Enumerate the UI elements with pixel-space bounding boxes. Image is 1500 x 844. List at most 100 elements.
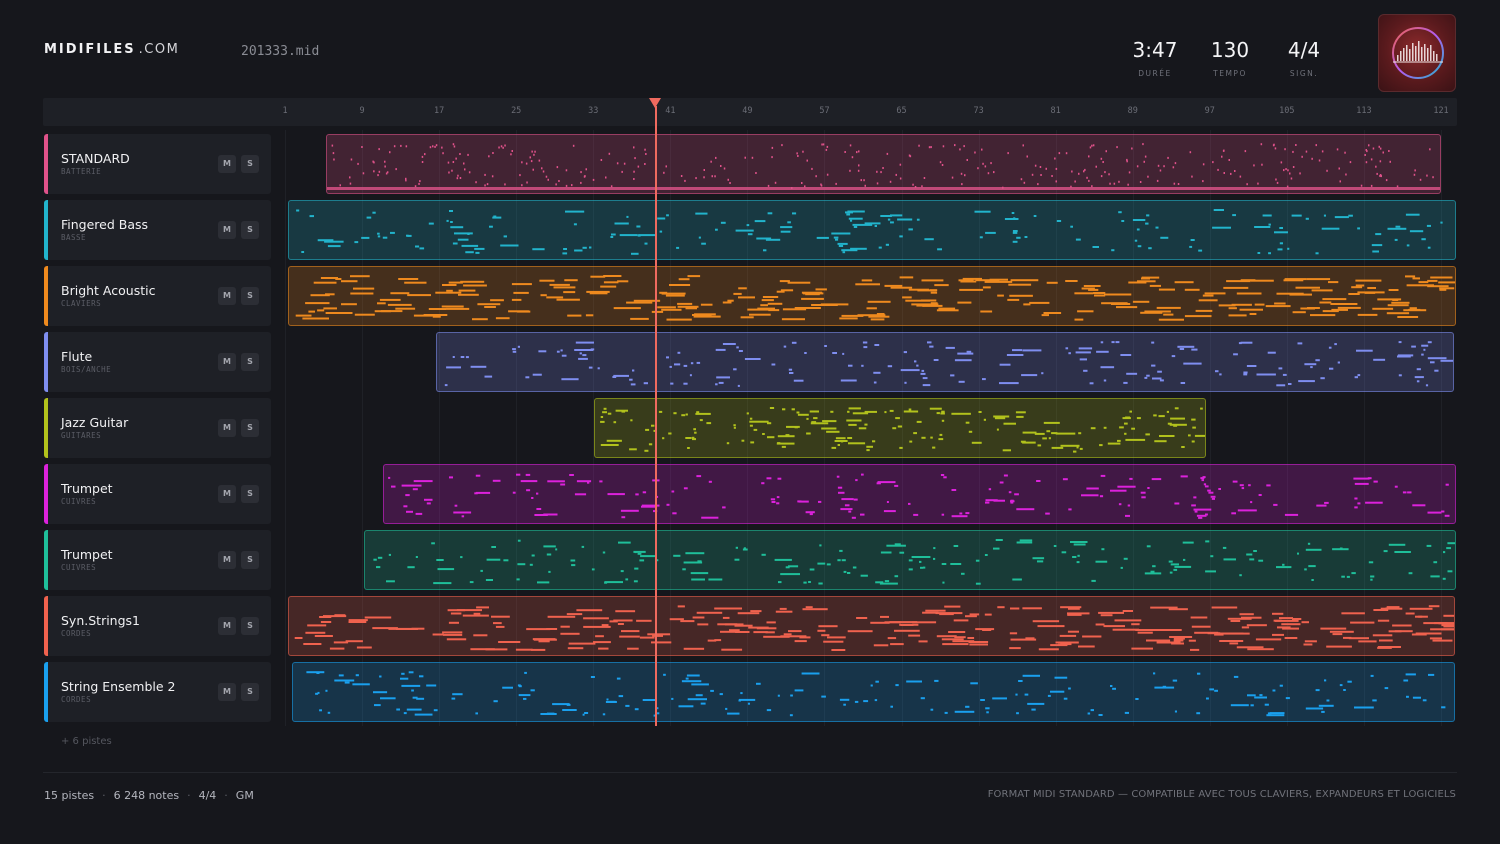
ruler-bar-113: 113 <box>1356 106 1372 116</box>
clip-string-ensemble-2-9[interactable] <box>292 662 1455 722</box>
ruler-bar-17: 17 <box>434 106 445 116</box>
clip-notes <box>327 143 1440 190</box>
mute-button[interactable]: M <box>218 485 236 503</box>
ruler-bar-25: 25 <box>511 106 522 116</box>
clip-notes <box>306 671 1446 717</box>
track-color-stripe <box>44 134 48 194</box>
ruler-bar-121: 121 <box>1433 106 1449 116</box>
track-name: Trumpet <box>61 547 113 562</box>
track-header-jazz-guitar-5[interactable]: Jazz Guitar GUITARES M S <box>44 398 271 458</box>
clip-flute-4[interactable] <box>436 332 1454 392</box>
track-category: BOIS/ANCHE <box>61 365 112 374</box>
album-cover-icon[interactable] <box>1378 14 1456 92</box>
track-name: Fingered Bass <box>61 217 149 232</box>
ruler-bar-41: 41 <box>665 106 676 116</box>
track-color-stripe <box>44 200 48 260</box>
mute-button[interactable]: M <box>218 353 236 371</box>
solo-button[interactable]: S <box>241 353 259 371</box>
track-header-flute-4[interactable]: Flute BOIS/ANCHE M S <box>44 332 271 392</box>
ruler-bar-1: 1 <box>282 106 288 116</box>
mute-button[interactable]: M <box>218 221 236 239</box>
track-color-stripe <box>44 596 48 656</box>
solo-button[interactable]: S <box>241 683 259 701</box>
footer-divider <box>43 772 1457 773</box>
track-header-trumpet-7[interactable]: Trumpet CUIVRES M S <box>44 530 271 590</box>
clip-fingered-bass-2[interactable] <box>288 200 1456 260</box>
clip-trumpet-7[interactable] <box>364 530 1456 590</box>
app-logo[interactable]: MIDIFILES .COM <box>44 42 179 57</box>
clip-notes <box>388 473 1450 519</box>
footer-signature: 4/4 <box>198 789 217 802</box>
footer-summary: 15 pistes · 6 248 notes · 4/4 · GM <box>44 789 254 802</box>
ruler-bar-105: 105 <box>1279 106 1295 116</box>
timeline-ruler[interactable]: 1 9 17 25 33 41 49 57 65 73 81 89 97 105 113 121 <box>43 98 1457 126</box>
track-category: CORDES <box>61 629 92 638</box>
clip-notes <box>295 275 1455 321</box>
track-category: BASSE <box>61 233 87 242</box>
solo-button[interactable]: S <box>241 419 259 437</box>
ruler-bar-81: 81 <box>1050 106 1061 116</box>
track-header-standard-1[interactable]: STANDARD BATTERIE M S <box>44 134 271 194</box>
track-color-stripe <box>44 530 48 590</box>
track-header-bright-acoustic-3[interactable]: Bright Acoustic CLAVIERS M S <box>44 266 271 326</box>
ruler-bar-73: 73 <box>973 106 984 116</box>
clip-trumpet-6[interactable] <box>383 464 1456 524</box>
footer-note-count: 6 248 notes <box>113 789 180 802</box>
header: MIDIFILES .COM 201333.mid 3:47 DURÉE 130 … <box>0 0 1500 98</box>
clip-notes <box>294 605 1454 651</box>
track-category: CORDES <box>61 695 92 704</box>
track-name: Trumpet <box>61 481 113 496</box>
track-name: Bright Acoustic <box>61 283 156 298</box>
grid-line <box>285 130 286 726</box>
mute-button[interactable]: M <box>218 617 236 635</box>
ruler-bar-49: 49 <box>742 106 753 116</box>
clip-jazz-guitar-5[interactable] <box>594 398 1206 458</box>
solo-button[interactable]: S <box>241 551 259 569</box>
mute-button[interactable]: M <box>218 419 236 437</box>
file-name: 201333.mid <box>241 44 320 59</box>
track-header-string-ensemble-2-9[interactable]: String Ensemble 2 CORDES M S <box>44 662 271 722</box>
footer-tagline: FORMAT MIDI STANDARD — COMPATIBLE AVEC T… <box>987 789 1456 800</box>
solo-button[interactable]: S <box>241 221 259 239</box>
ruler-bar-97: 97 <box>1204 106 1215 116</box>
track-header-fingered-bass-2[interactable]: Fingered Bass BASSE M S <box>44 200 271 260</box>
track-name: STANDARD <box>61 151 130 166</box>
clip-notes <box>296 209 1443 255</box>
clip-notes <box>373 539 1455 585</box>
track-color-stripe <box>44 464 48 524</box>
stat-signature-value: 4/4 <box>1287 38 1321 62</box>
ruler-bar-89: 89 <box>1127 106 1138 116</box>
track-header-syn-strings1-8[interactable]: Syn.Strings1 CORDES M S <box>44 596 271 656</box>
footer-track-count: 15 pistes <box>44 789 95 802</box>
clip-standard-1[interactable] <box>326 134 1441 194</box>
solo-button[interactable]: S <box>241 155 259 173</box>
solo-button[interactable]: S <box>241 287 259 305</box>
stat-signature: 4/4 SIGN. <box>1259 38 1349 78</box>
track-category: CUIVRES <box>61 563 97 572</box>
solo-button[interactable]: S <box>241 485 259 503</box>
mute-button[interactable]: M <box>218 287 236 305</box>
playhead[interactable] <box>655 106 657 726</box>
solo-button[interactable]: S <box>241 617 259 635</box>
footer-standard: GM <box>235 789 254 802</box>
track-header-trumpet-6[interactable]: Trumpet CUIVRES M S <box>44 464 271 524</box>
track-color-stripe <box>44 662 48 722</box>
mute-button[interactable]: M <box>218 683 236 701</box>
ruler-bar-65: 65 <box>896 106 907 116</box>
track-name: Flute <box>61 349 93 364</box>
mute-button[interactable]: M <box>218 551 236 569</box>
ruler-bar-57: 57 <box>819 106 830 116</box>
track-color-stripe <box>44 398 48 458</box>
clip-syn-strings1-8[interactable] <box>288 596 1455 656</box>
track-color-stripe <box>44 332 48 392</box>
track-category: GUITARES <box>61 431 102 440</box>
track-name: Jazz Guitar <box>61 415 129 430</box>
ruler-bar-33: 33 <box>588 106 599 116</box>
track-name: String Ensemble 2 <box>61 679 176 694</box>
clip-bright-acoustic-3[interactable] <box>288 266 1456 326</box>
clip-notes <box>600 407 1205 453</box>
more-tracks-link[interactable]: + 6 pistes <box>61 736 112 747</box>
track-category: BATTERIE <box>61 167 102 176</box>
mute-button[interactable]: M <box>218 155 236 173</box>
track-name: Syn.Strings1 <box>61 613 140 628</box>
